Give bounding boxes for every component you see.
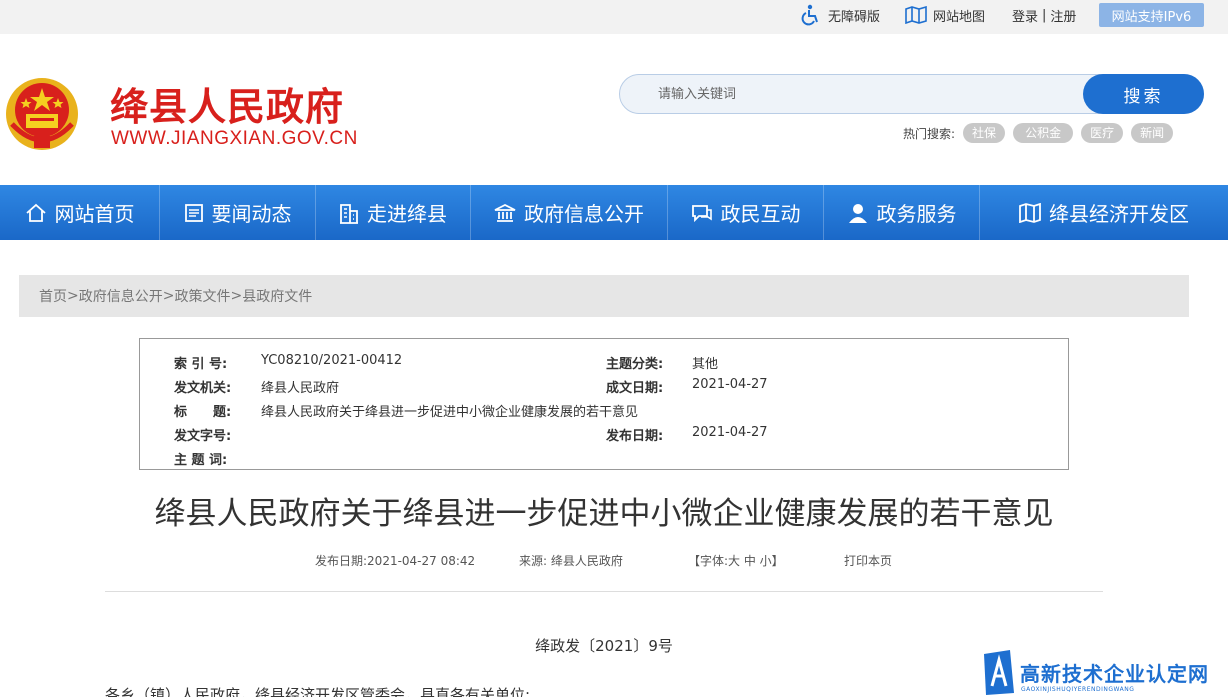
login-register: 登录 | 注册 [1012, 0, 1076, 30]
hot-tag-gongjijin[interactable]: 公积金 [1013, 123, 1074, 143]
nav-label: 绛县经济开发区 [1049, 202, 1189, 226]
meta-source: 来源: 绛县人民政府 [519, 554, 623, 568]
site-url: WWW.JIANGXIAN.GOV.CN [111, 128, 358, 149]
building-icon [340, 203, 358, 224]
salutation: 各乡（镇）人民政府，绛县经济开发区管委会，县直各有关单位: [105, 686, 531, 697]
title-label: 标 题: [174, 405, 232, 420]
docno-label: 发文字号: [174, 429, 232, 444]
breadcrumb-separator: > [67, 288, 79, 304]
nav-label: 政务服务 [876, 202, 957, 226]
hot-tag-yiliao[interactable]: 医疗 [1081, 123, 1124, 143]
login-link[interactable]: 登录 [1012, 6, 1038, 25]
top-utility-bar: 无障碍版 网站地图 登录 | 注册 网站支持IPv6 [0, 0, 1228, 34]
main-nav: 网站首页 要闻动态 走进绛县 政府信息公开 政民互动 政务服务 绛县经济开发区 [0, 185, 1228, 240]
nav-label: 政府信息公开 [524, 202, 644, 226]
nav-item-news[interactable]: 要闻动态 [160, 185, 316, 240]
map-icon [905, 6, 927, 24]
nav-label: 网站首页 [54, 202, 135, 226]
watermark-subtext: GAOXINJISHUQIYERENDINGWANG [1021, 686, 1135, 693]
issuer-value: 绛县人民政府 [261, 381, 340, 396]
breadcrumb-gov-info[interactable]: 政府信息公开 [79, 286, 163, 306]
search-button[interactable]: 搜索 [1083, 74, 1204, 114]
title-value: 绛县人民政府关于绛县进一步促进中小微企业健康发展的若干意见 [261, 405, 639, 420]
nav-item-about[interactable]: 走进绛县 [316, 185, 471, 240]
divider [105, 591, 1103, 592]
publish-value: 2021-04-27 [692, 425, 768, 440]
chat-icon [691, 204, 712, 222]
hot-tag-shebao[interactable]: 社保 [963, 123, 1006, 143]
watermark-text: 高新技术企业认定网 [1020, 662, 1209, 686]
font-size-control[interactable]: 【字体:大 中 小】 [688, 552, 784, 569]
sitemap-link[interactable]: 网站地图 [905, 0, 985, 30]
document-info-table: 索 引 号: YC08210/2021-00412 主题分类: 其他 发文机关:… [139, 338, 1069, 470]
accessibility-label: 无障碍版 [828, 9, 881, 25]
nav-label: 要闻动态 [211, 202, 292, 226]
accessibility-icon [801, 4, 818, 26]
breadcrumb-separator: > [162, 288, 175, 304]
topic-label: 主题分类: [606, 357, 664, 372]
publish-label: 发布日期: [606, 429, 664, 444]
nav-item-gov-info[interactable]: 政府信息公开 [471, 185, 668, 240]
site-title[interactable]: 绛县人民政府 [110, 76, 344, 131]
ipv6-badge[interactable]: 网站支持IPv6 [1099, 3, 1204, 27]
news-icon [184, 203, 203, 222]
breadcrumb-county-docs[interactable]: 县政府文件 [242, 286, 312, 306]
separator: | [1042, 7, 1047, 23]
nav-item-services[interactable]: 政务服务 [824, 185, 980, 240]
date-value: 2021-04-27 [692, 377, 768, 392]
home-icon [25, 203, 46, 222]
search-input[interactable] [658, 75, 1078, 113]
nav-label: 政民互动 [720, 202, 801, 226]
meta-date: 发布日期:2021-04-27 08:42 [315, 554, 476, 568]
breadcrumb-home[interactable]: 首页 [39, 286, 67, 306]
nav-item-interaction[interactable]: 政民互动 [668, 185, 824, 240]
hot-search-label: 热门搜索: [903, 126, 956, 141]
keywords-label: 主 题 词: [174, 453, 228, 468]
breadcrumb-separator: > [230, 288, 243, 304]
sitemap-label: 网站地图 [933, 9, 986, 25]
nav-label: 走进绛县 [367, 202, 447, 226]
nav-item-home[interactable]: 网站首页 [0, 185, 160, 240]
accessibility-link[interactable]: 无障碍版 [800, 0, 880, 30]
breadcrumb-policy[interactable]: 政策文件 [174, 286, 230, 306]
nav-item-dev-zone[interactable]: 绛县经济开发区 [980, 185, 1228, 240]
topic-value: 其他 [692, 357, 719, 372]
hot-tag-xinwen[interactable]: 新闻 [1131, 123, 1174, 143]
search-bar: 搜索 [619, 74, 1204, 114]
issuer-label: 发文机关: [174, 381, 232, 396]
map-book-icon [1019, 202, 1041, 223]
hot-search: 热门搜索: 社保 公积金 医疗 新闻 [903, 123, 1174, 143]
index-label: 索 引 号: [174, 357, 228, 372]
article-title: 绛县人民政府关于绛县进一步促进中小微企业健康发展的若干意见 [154, 496, 1054, 532]
print-link[interactable]: 打印本页 [844, 552, 892, 569]
date-label: 成文日期: [606, 381, 664, 396]
breadcrumb: 首页 > 政府信息公开 > 政策文件 > 县政府文件 [19, 275, 1189, 317]
government-icon [494, 203, 516, 222]
national-emblem-logo[interactable] [4, 74, 80, 154]
user-icon [848, 203, 867, 223]
register-link[interactable]: 注册 [1050, 6, 1076, 25]
index-value: YC08210/2021-00412 [261, 353, 403, 368]
